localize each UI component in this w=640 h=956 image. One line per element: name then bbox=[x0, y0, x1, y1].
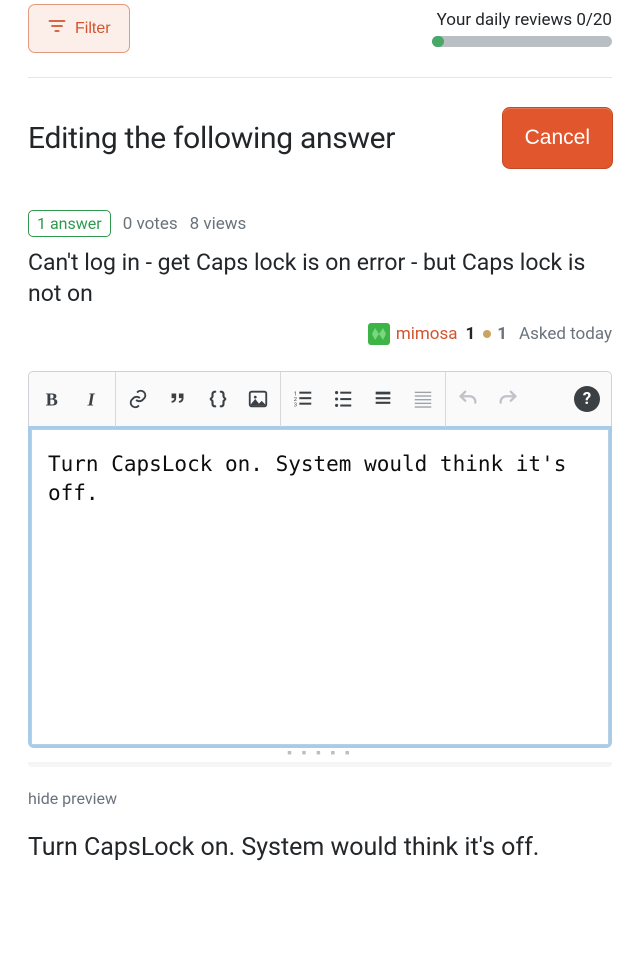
hide-preview-toggle[interactable]: hide preview bbox=[28, 789, 612, 808]
asker-rep: 1 bbox=[465, 324, 475, 344]
svg-text:B: B bbox=[46, 390, 58, 410]
asked-time: Asked today bbox=[519, 324, 612, 344]
asker-name[interactable]: mimosa bbox=[396, 324, 458, 344]
toolbar-separator bbox=[445, 372, 446, 427]
bold-button[interactable]: B bbox=[33, 379, 73, 419]
reviews-progress bbox=[432, 36, 612, 47]
svg-text:3: 3 bbox=[294, 402, 297, 408]
cancel-button[interactable]: Cancel bbox=[503, 108, 612, 168]
redo-button[interactable] bbox=[488, 379, 528, 419]
ordered-list-button[interactable]: 123 bbox=[283, 379, 323, 419]
editor-toolbar: B I 123 ? bbox=[28, 371, 612, 426]
link-button[interactable] bbox=[118, 379, 158, 419]
heading-button[interactable] bbox=[363, 379, 403, 419]
page-title: Editing the following answer bbox=[28, 121, 395, 156]
quote-button[interactable] bbox=[158, 379, 198, 419]
svg-text:I: I bbox=[87, 390, 96, 410]
italic-button[interactable]: I bbox=[73, 379, 113, 419]
undo-button[interactable] bbox=[448, 379, 488, 419]
editor-shadow bbox=[28, 762, 612, 767]
filter-icon bbox=[47, 16, 67, 41]
question-title[interactable]: Can't log in - get Caps lock is on error… bbox=[28, 247, 612, 309]
unordered-list-button[interactable] bbox=[323, 379, 363, 419]
code-button[interactable] bbox=[198, 379, 238, 419]
view-count: 8 views bbox=[190, 214, 247, 234]
avatar[interactable] bbox=[368, 323, 390, 345]
answer-count-pill: 1 answer bbox=[28, 210, 111, 237]
asker-info: mimosa 1 1 Asked today bbox=[28, 323, 612, 345]
reviews-widget: Your daily reviews 0/20 bbox=[150, 10, 612, 47]
answer-editor[interactable] bbox=[32, 430, 608, 740]
filter-label: Filter bbox=[75, 20, 111, 38]
toolbar-separator bbox=[280, 372, 281, 427]
hr-button[interactable] bbox=[403, 379, 443, 419]
reviews-label: Your daily reviews 0/20 bbox=[150, 10, 612, 30]
divider bbox=[28, 77, 612, 78]
bronze-badge-count: 1 bbox=[497, 324, 507, 344]
question-stats: 1 answer 0 votes 8 views bbox=[28, 210, 612, 237]
toolbar-separator bbox=[115, 372, 116, 427]
bronze-badge-icon bbox=[483, 330, 491, 338]
vote-count: 0 votes bbox=[123, 214, 178, 234]
image-button[interactable] bbox=[238, 379, 278, 419]
filter-button[interactable]: Filter bbox=[28, 4, 130, 53]
preview-text: Turn CapsLock on. System would think it'… bbox=[28, 830, 612, 866]
help-button[interactable]: ? bbox=[567, 379, 607, 419]
